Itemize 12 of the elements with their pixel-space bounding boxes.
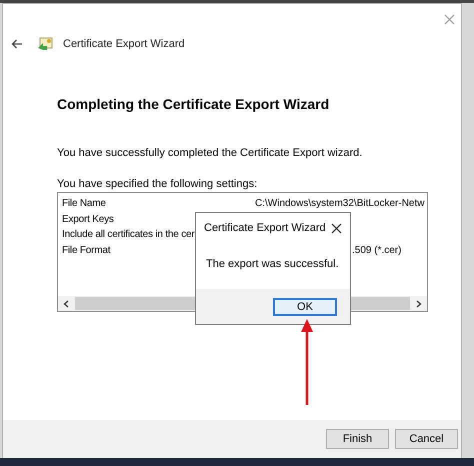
setting-name: Export Keys [62,214,115,225]
wizard-heading: Completing the Certificate Export Wizard [57,96,330,112]
dialog-message: The export was successful. [206,258,340,270]
settings-label: You have specified the following settings: [57,178,258,190]
setting-value: .509 (*.cer) [351,244,402,256]
setting-name: File Format [62,244,112,256]
window-title: Certificate Export Wizard [63,38,185,50]
dialog-title: Certificate Export Wizard [204,222,326,234]
setting-name: File Name [62,198,107,210]
setting-value: C:\Windows\system32\BitLocker-Netw [255,198,424,210]
setting-name: Include all certificates in the cer [62,229,196,240]
completion-message: You have successfully completed the Certificate Export wizard. [57,147,364,159]
